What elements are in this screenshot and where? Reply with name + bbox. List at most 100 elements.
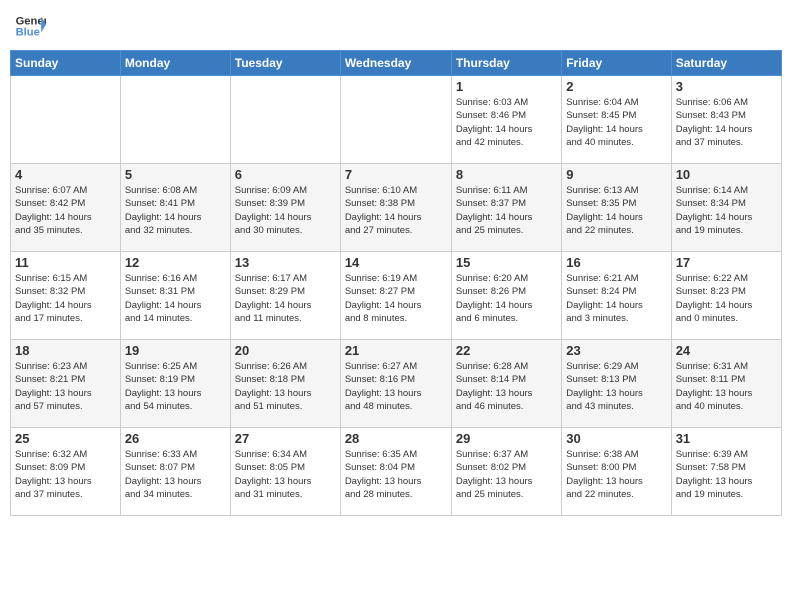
day-info: Sunrise: 6:16 AM Sunset: 8:31 PM Dayligh… — [125, 272, 226, 325]
logo: General Blue — [14, 10, 46, 42]
calendar-cell: 20 Sunrise: 6:26 AM Sunset: 8:18 PM Dayli… — [230, 340, 340, 428]
day-number: 30 — [566, 431, 666, 446]
weekday-header-thursday: Thursday — [451, 51, 561, 76]
day-number: 14 — [345, 255, 447, 270]
calendar-cell: 26 Sunrise: 6:33 AM Sunset: 8:07 PM Dayli… — [120, 428, 230, 516]
calendar-cell: 22 Sunrise: 6:28 AM Sunset: 8:14 PM Dayli… — [451, 340, 561, 428]
day-number: 1 — [456, 79, 557, 94]
day-info: Sunrise: 6:06 AM Sunset: 8:43 PM Dayligh… — [676, 96, 777, 149]
calendar-cell: 31 Sunrise: 6:39 AM Sunset: 7:58 PM Dayli… — [671, 428, 781, 516]
day-info: Sunrise: 6:28 AM Sunset: 8:14 PM Dayligh… — [456, 360, 557, 413]
calendar-cell — [230, 76, 340, 164]
calendar-cell: 7 Sunrise: 6:10 AM Sunset: 8:38 PM Daylig… — [340, 164, 451, 252]
day-info: Sunrise: 6:15 AM Sunset: 8:32 PM Dayligh… — [15, 272, 116, 325]
calendar-week-3: 11 Sunrise: 6:15 AM Sunset: 8:32 PM Dayli… — [11, 252, 782, 340]
day-info: Sunrise: 6:39 AM Sunset: 7:58 PM Dayligh… — [676, 448, 777, 501]
day-number: 20 — [235, 343, 336, 358]
day-number: 25 — [15, 431, 116, 446]
calendar-cell — [11, 76, 121, 164]
weekday-header-wednesday: Wednesday — [340, 51, 451, 76]
day-info: Sunrise: 6:33 AM Sunset: 8:07 PM Dayligh… — [125, 448, 226, 501]
day-info: Sunrise: 6:26 AM Sunset: 8:18 PM Dayligh… — [235, 360, 336, 413]
calendar-cell: 24 Sunrise: 6:31 AM Sunset: 8:11 PM Dayli… — [671, 340, 781, 428]
day-number: 10 — [676, 167, 777, 182]
calendar-cell: 5 Sunrise: 6:08 AM Sunset: 8:41 PM Daylig… — [120, 164, 230, 252]
weekday-header-row: SundayMondayTuesdayWednesdayThursdayFrid… — [11, 51, 782, 76]
day-number: 21 — [345, 343, 447, 358]
calendar-week-1: 1 Sunrise: 6:03 AM Sunset: 8:46 PM Daylig… — [11, 76, 782, 164]
calendar-cell: 10Sunrise: 6:14 AM Sunset: 8:34 PM Dayli… — [671, 164, 781, 252]
calendar-cell: 30 Sunrise: 6:38 AM Sunset: 8:00 PM Dayli… — [562, 428, 671, 516]
day-number: 8 — [456, 167, 557, 182]
day-info: Sunrise: 6:34 AM Sunset: 8:05 PM Dayligh… — [235, 448, 336, 501]
calendar-cell: 18Sunrise: 6:23 AM Sunset: 8:21 PM Dayli… — [11, 340, 121, 428]
calendar-cell: 4 Sunrise: 6:07 AM Sunset: 8:42 PM Daylig… — [11, 164, 121, 252]
page-header: General Blue — [10, 10, 782, 42]
calendar-cell: 17 Sunrise: 6:22 AM Sunset: 8:23 PM Dayli… — [671, 252, 781, 340]
day-info: Sunrise: 6:07 AM Sunset: 8:42 PM Dayligh… — [15, 184, 116, 237]
day-info: Sunrise: 6:35 AM Sunset: 8:04 PM Dayligh… — [345, 448, 447, 501]
calendar-cell: 1 Sunrise: 6:03 AM Sunset: 8:46 PM Daylig… — [451, 76, 561, 164]
day-info: Sunrise: 6:03 AM Sunset: 8:46 PM Dayligh… — [456, 96, 557, 149]
day-number: 29 — [456, 431, 557, 446]
day-number: 16 — [566, 255, 666, 270]
day-number: 17 — [676, 255, 777, 270]
weekday-header-monday: Monday — [120, 51, 230, 76]
day-info: Sunrise: 6:31 AM Sunset: 8:11 PM Dayligh… — [676, 360, 777, 413]
weekday-header-tuesday: Tuesday — [230, 51, 340, 76]
calendar-cell: 9Sunrise: 6:13 AM Sunset: 8:35 PM Daylig… — [562, 164, 671, 252]
calendar-cell: 28 Sunrise: 6:35 AM Sunset: 8:04 PM Dayli… — [340, 428, 451, 516]
calendar-cell: 19 Sunrise: 6:25 AM Sunset: 8:19 PM Dayli… — [120, 340, 230, 428]
calendar-cell: 13 Sunrise: 6:17 AM Sunset: 8:29 PM Dayli… — [230, 252, 340, 340]
calendar-cell: 27 Sunrise: 6:34 AM Sunset: 8:05 PM Dayli… — [230, 428, 340, 516]
calendar-cell: 6 Sunrise: 6:09 AM Sunset: 8:39 PM Daylig… — [230, 164, 340, 252]
day-number: 3 — [676, 79, 777, 94]
day-number: 12 — [125, 255, 226, 270]
calendar-cell: 15 Sunrise: 6:20 AM Sunset: 8:26 PM Dayli… — [451, 252, 561, 340]
day-info: Sunrise: 6:37 AM Sunset: 8:02 PM Dayligh… — [456, 448, 557, 501]
calendar-cell — [120, 76, 230, 164]
calendar-cell: 23 Sunrise: 6:29 AM Sunset: 8:13 PM Dayli… — [562, 340, 671, 428]
day-number: 23 — [566, 343, 666, 358]
day-number: 6 — [235, 167, 336, 182]
day-number: 7 — [345, 167, 447, 182]
day-number: 9 — [566, 167, 666, 182]
day-number: 5 — [125, 167, 226, 182]
calendar-cell: 16Sunrise: 6:21 AM Sunset: 8:24 PM Dayli… — [562, 252, 671, 340]
weekday-header-friday: Friday — [562, 51, 671, 76]
day-info: Sunrise: 6:22 AM Sunset: 8:23 PM Dayligh… — [676, 272, 777, 325]
calendar-cell: 12 Sunrise: 6:16 AM Sunset: 8:31 PM Dayli… — [120, 252, 230, 340]
day-info: Sunrise: 6:04 AM Sunset: 8:45 PM Dayligh… — [566, 96, 666, 149]
day-number: 22 — [456, 343, 557, 358]
day-info: Sunrise: 6:08 AM Sunset: 8:41 PM Dayligh… — [125, 184, 226, 237]
day-info: Sunrise: 6:38 AM Sunset: 8:00 PM Dayligh… — [566, 448, 666, 501]
day-number: 31 — [676, 431, 777, 446]
day-number: 13 — [235, 255, 336, 270]
calendar-cell: 21Sunrise: 6:27 AM Sunset: 8:16 PM Dayli… — [340, 340, 451, 428]
day-number: 28 — [345, 431, 447, 446]
day-info: Sunrise: 6:20 AM Sunset: 8:26 PM Dayligh… — [456, 272, 557, 325]
calendar-cell: 3 Sunrise: 6:06 AM Sunset: 8:43 PM Daylig… — [671, 76, 781, 164]
day-number: 15 — [456, 255, 557, 270]
day-number: 11 — [15, 255, 116, 270]
calendar-week-5: 25Sunrise: 6:32 AM Sunset: 8:09 PM Dayli… — [11, 428, 782, 516]
logo-icon: General Blue — [14, 10, 46, 42]
calendar-table: SundayMondayTuesdayWednesdayThursdayFrid… — [10, 50, 782, 516]
day-number: 24 — [676, 343, 777, 358]
calendar-cell: 25Sunrise: 6:32 AM Sunset: 8:09 PM Dayli… — [11, 428, 121, 516]
calendar-week-4: 18Sunrise: 6:23 AM Sunset: 8:21 PM Dayli… — [11, 340, 782, 428]
day-info: Sunrise: 6:09 AM Sunset: 8:39 PM Dayligh… — [235, 184, 336, 237]
day-number: 2 — [566, 79, 666, 94]
day-info: Sunrise: 6:10 AM Sunset: 8:38 PM Dayligh… — [345, 184, 447, 237]
day-number: 26 — [125, 431, 226, 446]
day-number: 27 — [235, 431, 336, 446]
day-info: Sunrise: 6:29 AM Sunset: 8:13 PM Dayligh… — [566, 360, 666, 413]
day-info: Sunrise: 6:23 AM Sunset: 8:21 PM Dayligh… — [15, 360, 116, 413]
calendar-cell: 8 Sunrise: 6:11 AM Sunset: 8:37 PM Daylig… — [451, 164, 561, 252]
day-info: Sunrise: 6:17 AM Sunset: 8:29 PM Dayligh… — [235, 272, 336, 325]
day-number: 19 — [125, 343, 226, 358]
day-info: Sunrise: 6:25 AM Sunset: 8:19 PM Dayligh… — [125, 360, 226, 413]
day-number: 4 — [15, 167, 116, 182]
day-info: Sunrise: 6:11 AM Sunset: 8:37 PM Dayligh… — [456, 184, 557, 237]
svg-text:Blue: Blue — [16, 27, 40, 39]
